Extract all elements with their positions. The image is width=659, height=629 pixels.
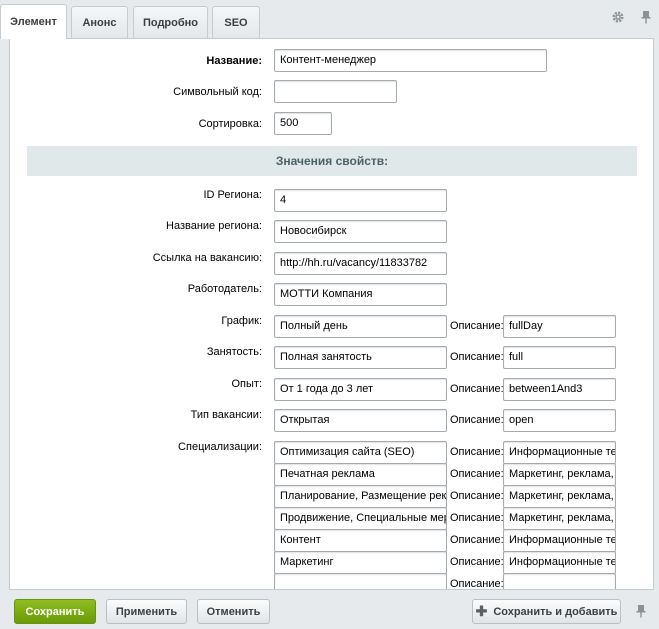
- experience-desc-input[interactable]: between1And3: [503, 378, 616, 401]
- gear-icon[interactable]: [611, 10, 625, 24]
- tab-seo[interactable]: SEO: [212, 6, 260, 38]
- vacancy-link-label: Ссылка на вакансию:: [152, 252, 262, 264]
- spec-desc-label: Описание:: [450, 578, 504, 590]
- save-and-add-button[interactable]: ✚ Сохранить и добавить: [472, 599, 621, 624]
- employment-input[interactable]: Полная занятость: [274, 346, 447, 369]
- spec-desc-label: Описание:: [450, 556, 504, 568]
- save-and-add-button-label: Сохранить и добавить: [493, 605, 618, 618]
- code-label: Символьный код:: [173, 86, 262, 98]
- spec-value-input[interactable]: Маркетинг: [274, 551, 447, 574]
- schedule-desc-input[interactable]: fullDay: [503, 315, 616, 338]
- apply-button[interactable]: Применить: [106, 599, 187, 624]
- schedule-label: График:: [221, 315, 262, 327]
- schedule-input[interactable]: Полный день: [274, 315, 447, 338]
- vacancy-type-desc-label: Описание:: [450, 414, 504, 426]
- spec-desc-input[interactable]: Маркетинг, реклама,: [503, 485, 616, 508]
- tab-element-label: Элемент: [10, 16, 57, 28]
- experience-input[interactable]: От 1 года до 3 лет: [274, 378, 447, 401]
- spec-desc-input[interactable]: Информационные те: [503, 551, 616, 574]
- tab-announce[interactable]: Анонс: [71, 6, 128, 38]
- region-id-label: ID Региона:: [203, 189, 262, 201]
- employment-desc-label: Описание:: [450, 351, 504, 363]
- spec-desc-input[interactable]: Маркетинг, реклама,: [503, 507, 616, 530]
- vacancy-type-input[interactable]: Открытая: [274, 409, 447, 432]
- properties-section-header: Значения свойств:: [27, 146, 637, 176]
- employer-label: Работодатель:: [187, 283, 262, 295]
- tab-detail-label: Подробно: [142, 16, 199, 29]
- plus-icon: ✚: [475, 603, 488, 619]
- spec-value-input[interactable]: Контент: [274, 529, 447, 552]
- cancel-button[interactable]: Отменить: [197, 599, 270, 624]
- experience-desc-label: Описание:: [450, 383, 504, 395]
- sort-input[interactable]: 500: [274, 112, 332, 135]
- scrollbar[interactable]: [654, 38, 659, 590]
- vacancy-type-desc-input[interactable]: open: [503, 409, 616, 432]
- save-button[interactable]: Сохранить: [14, 599, 96, 624]
- employer-input[interactable]: МОТТИ Компания: [274, 283, 447, 306]
- spec-value-input[interactable]: Печатная реклама: [274, 463, 447, 486]
- spec-desc-input[interactable]: [503, 573, 616, 589]
- code-input[interactable]: [274, 80, 397, 103]
- apply-button-label: Применить: [115, 605, 178, 618]
- spec-desc-label: Описание:: [450, 446, 504, 458]
- spec-desc-label: Описание:: [450, 512, 504, 524]
- spec-desc-input[interactable]: Информационные те: [503, 529, 616, 552]
- region-id-input[interactable]: 4: [274, 189, 447, 212]
- spec-desc-label: Описание:: [450, 534, 504, 546]
- section-title: Значения свойств:: [275, 154, 389, 168]
- cancel-button-label: Отменить: [206, 605, 261, 618]
- pin-icon[interactable]: [639, 10, 653, 24]
- spec-value-input[interactable]: [274, 573, 447, 589]
- bottom-toolbar: Сохранить Применить Отменить ✚ Сохранить…: [0, 590, 659, 629]
- region-name-input[interactable]: Новосибирск: [274, 220, 447, 243]
- experience-label: Опыт:: [231, 378, 262, 390]
- form-panel: Название: Контент-менеджер Символьный ко…: [9, 38, 654, 590]
- spec-desc-label: Описание:: [450, 490, 504, 502]
- name-input[interactable]: Контент-менеджер: [274, 49, 547, 72]
- spec-value-input[interactable]: Планирование, Размещение рек: [274, 485, 447, 508]
- spec-value-input[interactable]: Продвижение, Специальные мер: [274, 507, 447, 530]
- tab-element[interactable]: Элемент: [0, 4, 67, 39]
- specializations-label: Специализации:: [178, 441, 262, 453]
- tab-announce-label: Анонс: [82, 16, 117, 29]
- sort-label: Сортировка:: [198, 118, 262, 130]
- region-name-label: Название региона:: [166, 220, 262, 232]
- tab-detail[interactable]: Подробно: [133, 6, 208, 38]
- vacancy-type-label: Тип вакансии:: [190, 409, 262, 421]
- pin-icon[interactable]: [634, 604, 648, 621]
- tab-seo-label: SEO: [224, 16, 248, 29]
- name-label: Название:: [206, 55, 262, 67]
- spec-desc-label: Описание:: [450, 468, 504, 480]
- schedule-desc-label: Описание:: [450, 320, 504, 332]
- employment-desc-input[interactable]: full: [503, 346, 616, 369]
- save-button-label: Сохранить: [25, 605, 85, 618]
- tab-bar: Элемент Анонс Подробно SEO: [0, 0, 659, 39]
- spec-desc-input[interactable]: Маркетинг, реклама,: [503, 463, 616, 486]
- spec-desc-input[interactable]: Информационные те: [503, 441, 616, 464]
- spec-value-input[interactable]: Оптимизация сайта (SEO): [274, 441, 447, 464]
- vacancy-link-input[interactable]: http://hh.ru/vacancy/11833782: [274, 252, 447, 275]
- employment-label: Занятость:: [206, 346, 262, 358]
